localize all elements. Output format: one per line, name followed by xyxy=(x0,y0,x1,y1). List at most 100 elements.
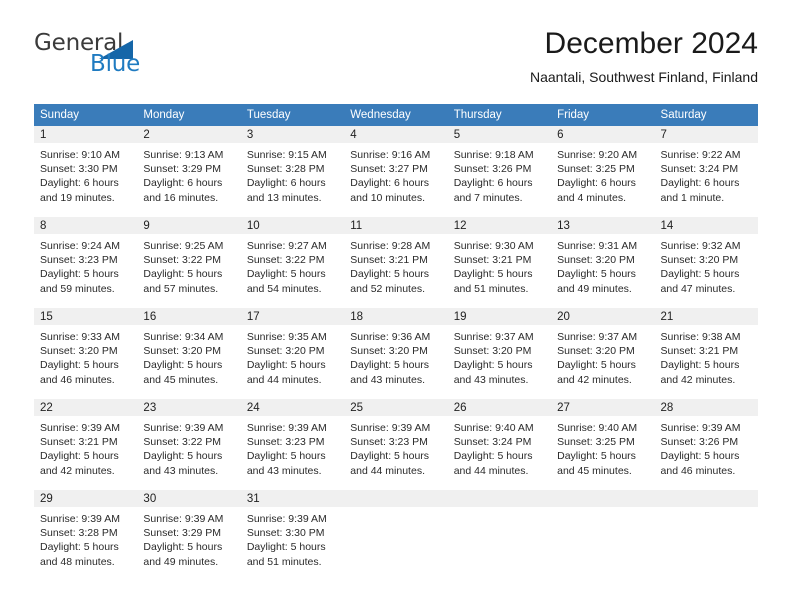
calendar-day-cell[interactable]: 11 Sunrise: 9:28 AM Sunset: 3:21 PM Dayligh… xyxy=(344,217,448,301)
daylight-text-line2: and 54 minutes. xyxy=(246,282,322,295)
day-details: Sunrise: 9:32 AM Sunset: 3:20 PM Daylight:… xyxy=(655,234,758,296)
week-spacer-cell xyxy=(551,392,655,399)
calendar-day-cell[interactable]: 4 Sunrise: 9:16 AM Sunset: 3:27 PM Daylight… xyxy=(344,126,448,210)
sunset-text: Sunset: 3:26 PM xyxy=(453,163,532,176)
calendar-day-cell[interactable]: 31 Sunrise: 9:39 AM Sunset: 3:30 PM Dayligh… xyxy=(240,490,345,574)
day-details: Sunrise: 9:39 AM Sunset: 3:28 PM Daylight:… xyxy=(34,507,137,569)
week-spacer-cell xyxy=(34,210,138,217)
calendar-day-cell[interactable]: 16 Sunrise: 9:34 AM Sunset: 3:20 PM Dayligh… xyxy=(137,308,241,392)
day-number: 2 xyxy=(137,126,241,143)
day-cell-inner: 8 Sunrise: 9:24 AM Sunset: 3:23 PM Daylight… xyxy=(34,217,138,301)
calendar-day-cell[interactable]: 27 Sunrise: 9:40 AM Sunset: 3:25 PM Dayligh… xyxy=(551,399,655,483)
daylight-text-line2: and 49 minutes. xyxy=(557,282,632,295)
day-details: Sunrise: 9:25 AM Sunset: 3:22 PM Daylight:… xyxy=(137,234,240,296)
calendar-day-cell[interactable]: 3 Sunrise: 9:15 AM Sunset: 3:28 PM Daylight… xyxy=(240,126,345,210)
calendar-day-cell[interactable]: 23 Sunrise: 9:39 AM Sunset: 3:22 PM Dayligh… xyxy=(137,399,241,483)
calendar-day-cell[interactable]: 12 Sunrise: 9:30 AM Sunset: 3:21 PM Dayligh… xyxy=(447,217,552,301)
calendar-day-cell[interactable]: 20 Sunrise: 9:37 AM Sunset: 3:20 PM Dayligh… xyxy=(551,308,655,392)
sunset-text: Sunset: 3:25 PM xyxy=(557,436,635,449)
daylight-text-line1: Daylight: 5 hours xyxy=(660,268,740,281)
weekday-header-sunday: Sunday xyxy=(34,104,138,126)
day-cell-inner: 13 Sunrise: 9:31 AM Sunset: 3:20 PM Dayligh… xyxy=(551,217,655,301)
sunset-text: Sunset: 3:21 PM xyxy=(40,436,118,449)
sunrise-text: Sunrise: 9:13 AM xyxy=(143,149,224,161)
daylight-text-line2: and 43 minutes. xyxy=(143,464,219,477)
week-spacer-cell xyxy=(137,483,241,490)
week-spacer-cell xyxy=(344,301,448,308)
calendar-day-cell[interactable]: 24 Sunrise: 9:39 AM Sunset: 3:23 PM Dayligh… xyxy=(240,399,345,483)
calendar-day-cell[interactable]: 14 Sunrise: 9:32 AM Sunset: 3:20 PM Dayligh… xyxy=(654,217,758,301)
calendar-day-cell[interactable]: 19 Sunrise: 9:37 AM Sunset: 3:20 PM Dayligh… xyxy=(447,308,552,392)
calendar-day-cell-empty xyxy=(551,490,655,574)
sunset-text: Sunset: 3:21 PM xyxy=(660,345,739,358)
week-spacer-cell xyxy=(137,392,241,399)
daylight-text-line2: and 43 minutes. xyxy=(350,373,425,386)
day-number: 28 xyxy=(654,399,758,416)
sunset-text: Sunset: 3:28 PM xyxy=(40,527,118,540)
daylight-text-line2: and 47 minutes. xyxy=(660,282,736,295)
calendar-day-cell[interactable]: 15 Sunrise: 9:33 AM Sunset: 3:20 PM Dayligh… xyxy=(34,308,138,392)
calendar-day-cell[interactable]: 6 Sunrise: 9:20 AM Sunset: 3:25 PM Daylight… xyxy=(551,126,655,210)
daylight-text-line2: and 44 minutes. xyxy=(246,373,322,386)
weekday-header-monday: Monday xyxy=(137,104,241,126)
sunrise-text: Sunrise: 9:31 AM xyxy=(557,240,638,252)
day-details: Sunrise: 9:20 AM Sunset: 3:25 PM Daylight:… xyxy=(551,143,654,205)
calendar-day-cell[interactable]: 8 Sunrise: 9:24 AM Sunset: 3:23 PM Daylight… xyxy=(34,217,138,301)
daylight-text-line1: Daylight: 6 hours xyxy=(40,177,119,190)
calendar-header-row: Sunday Monday Tuesday Wednesday Thursday… xyxy=(34,104,758,126)
calendar-day-cell[interactable]: 9 Sunrise: 9:25 AM Sunset: 3:22 PM Daylight… xyxy=(137,217,241,301)
day-cell-inner: 9 Sunrise: 9:25 AM Sunset: 3:22 PM Daylight… xyxy=(137,217,241,301)
day-number: 26 xyxy=(447,399,552,416)
sunrise-text: Sunrise: 9:39 AM xyxy=(246,422,327,434)
calendar-day-cell[interactable]: 17 Sunrise: 9:35 AM Sunset: 3:20 PM Dayligh… xyxy=(240,308,345,392)
calendar-day-cell[interactable]: 28 Sunrise: 9:39 AM Sunset: 3:26 PM Dayligh… xyxy=(654,399,758,483)
week-spacer-cell xyxy=(34,483,138,490)
day-cell-inner: 31 Sunrise: 9:39 AM Sunset: 3:30 PM Dayligh… xyxy=(240,490,345,574)
calendar-day-cell[interactable]: 7 Sunrise: 9:22 AM Sunset: 3:24 PM Daylight… xyxy=(654,126,758,210)
calendar-day-cell[interactable]: 5 Sunrise: 9:18 AM Sunset: 3:26 PM Daylight… xyxy=(447,126,552,210)
week-spacer-cell xyxy=(654,210,758,217)
daylight-text-line1: Daylight: 5 hours xyxy=(143,450,223,463)
sunset-text: Sunset: 3:20 PM xyxy=(557,254,635,267)
calendar-day-cell[interactable]: 2 Sunrise: 9:13 AM Sunset: 3:29 PM Daylight… xyxy=(137,126,241,210)
daylight-text-line2: and 57 minutes. xyxy=(143,282,219,295)
day-cell-inner: 2 Sunrise: 9:13 AM Sunset: 3:29 PM Daylight… xyxy=(137,126,241,210)
day-details xyxy=(448,507,551,512)
day-details: Sunrise: 9:39 AM Sunset: 3:22 PM Daylight:… xyxy=(137,416,240,478)
day-details: Sunrise: 9:13 AM Sunset: 3:29 PM Daylight:… xyxy=(137,143,240,205)
calendar-day-cell[interactable]: 10 Sunrise: 9:27 AM Sunset: 3:22 PM Dayligh… xyxy=(240,217,345,301)
sunset-text: Sunset: 3:21 PM xyxy=(453,254,532,267)
calendar-day-cell[interactable]: 13 Sunrise: 9:31 AM Sunset: 3:20 PM Dayligh… xyxy=(551,217,655,301)
day-cell-inner: 18 Sunrise: 9:36 AM Sunset: 3:20 PM Dayligh… xyxy=(344,308,448,392)
calendar-day-cell[interactable]: 1 Sunrise: 9:10 AM Sunset: 3:30 PM Daylight… xyxy=(34,126,138,210)
calendar-day-cell[interactable]: 29 Sunrise: 9:39 AM Sunset: 3:28 PM Dayligh… xyxy=(34,490,138,574)
calendar-day-cell[interactable]: 21 Sunrise: 9:38 AM Sunset: 3:21 PM Dayligh… xyxy=(654,308,758,392)
day-number: 10 xyxy=(240,217,345,234)
daylight-text-line1: Daylight: 5 hours xyxy=(350,359,430,372)
week-spacer-cell xyxy=(551,210,655,217)
daylight-text-line2: and 1 minute. xyxy=(660,191,725,204)
calendar-day-cell[interactable]: 26 Sunrise: 9:40 AM Sunset: 3:24 PM Dayligh… xyxy=(447,399,552,483)
calendar-day-cell[interactable]: 25 Sunrise: 9:39 AM Sunset: 3:23 PM Dayligh… xyxy=(344,399,448,483)
calendar-day-cell[interactable]: 22 Sunrise: 9:39 AM Sunset: 3:21 PM Dayligh… xyxy=(34,399,138,483)
daylight-text-line1: Daylight: 5 hours xyxy=(350,450,430,463)
calendar-day-cell[interactable]: 30 Sunrise: 9:39 AM Sunset: 3:29 PM Dayligh… xyxy=(137,490,241,574)
sunset-text: Sunset: 3:20 PM xyxy=(660,254,739,267)
sunrise-text: Sunrise: 9:39 AM xyxy=(40,422,120,434)
week-spacer-cell xyxy=(551,301,655,308)
sunset-text: Sunset: 3:20 PM xyxy=(143,345,222,358)
day-details: Sunrise: 9:37 AM Sunset: 3:20 PM Daylight:… xyxy=(448,325,551,387)
day-cell-inner: 25 Sunrise: 9:39 AM Sunset: 3:23 PM Dayligh… xyxy=(344,399,448,483)
day-number: 24 xyxy=(240,399,345,416)
day-cell-inner xyxy=(551,490,655,574)
daylight-text-line1: Daylight: 5 hours xyxy=(40,450,119,463)
daylight-text-line1: Daylight: 6 hours xyxy=(350,177,430,190)
week-spacer-cell xyxy=(344,392,448,399)
weekday-header-wednesday: Wednesday xyxy=(344,104,448,126)
general-blue-logo[interactable]: General Blue xyxy=(34,32,214,80)
day-details: Sunrise: 9:18 AM Sunset: 3:26 PM Daylight:… xyxy=(448,143,551,205)
day-details: Sunrise: 9:30 AM Sunset: 3:21 PM Daylight:… xyxy=(448,234,551,296)
daylight-text-line2: and 44 minutes. xyxy=(453,464,529,477)
sunset-text: Sunset: 3:20 PM xyxy=(246,345,325,358)
calendar-day-cell[interactable]: 18 Sunrise: 9:36 AM Sunset: 3:20 PM Dayligh… xyxy=(344,308,448,392)
